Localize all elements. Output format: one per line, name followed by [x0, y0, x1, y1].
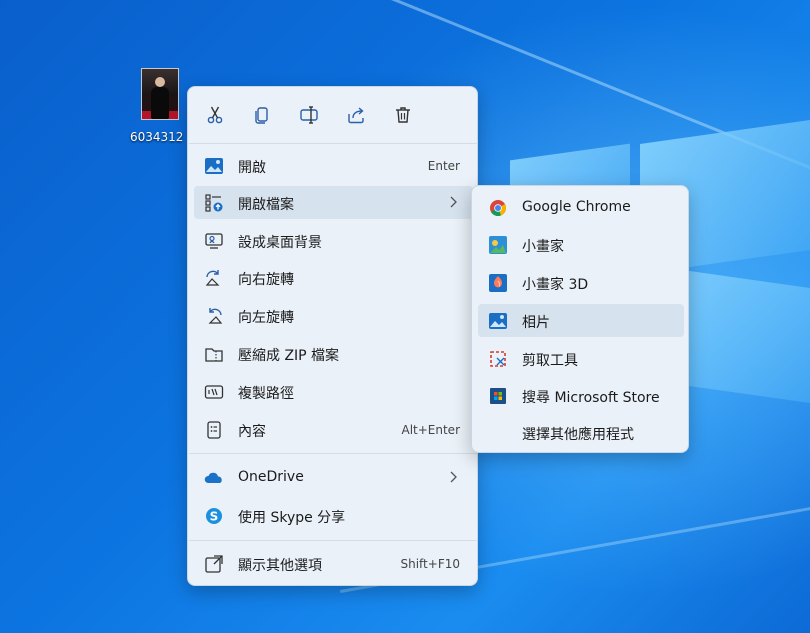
rename-icon	[300, 106, 318, 124]
submenu-item-paint3d[interactable]: 小畫家 3D	[478, 266, 684, 299]
menu-item-onedrive[interactable]: OneDrive	[194, 461, 473, 494]
onedrive-icon	[204, 472, 222, 483]
submenu-item-choose-another-app[interactable]: 選擇其他應用程式	[478, 416, 684, 449]
menu-item-rotate-left[interactable]: 向左旋轉	[194, 299, 473, 332]
submenu-item-paint[interactable]: 小畫家	[478, 228, 684, 261]
submenu-item-label: 選擇其他應用程式	[522, 427, 634, 443]
show-more-options-icon	[205, 555, 223, 573]
submenu-item-label: 相片	[522, 315, 550, 331]
menu-item-copy-path[interactable]: 複製路徑	[194, 375, 473, 408]
menu-separator	[189, 453, 478, 454]
menu-item-label: 使用 Skype 分享	[238, 510, 346, 526]
submenu-item-microsoft-store[interactable]: 搜尋 Microsoft Store	[478, 379, 684, 412]
cut-button[interactable]	[201, 101, 229, 129]
menu-item-set-background[interactable]: 設成桌面背景	[194, 224, 473, 257]
menu-item-open-with[interactable]: 開啟檔案	[194, 186, 473, 219]
open-with-icon	[205, 194, 223, 212]
paint-icon	[489, 236, 507, 254]
copy-button[interactable]	[248, 101, 276, 129]
submenu-item-label: Google Chrome	[522, 199, 631, 215]
properties-icon	[207, 421, 221, 439]
submenu-item-label: 小畫家	[522, 239, 564, 255]
share-icon	[348, 107, 364, 124]
menu-item-label: 向左旋轉	[238, 310, 294, 326]
submenu-item-label: 搜尋 Microsoft Store	[522, 390, 660, 406]
menu-item-label: 顯示其他選項	[238, 558, 322, 574]
menu-item-label: 開啟檔案	[238, 197, 294, 213]
menu-separator	[189, 540, 478, 541]
menu-item-label: 向右旋轉	[238, 272, 294, 288]
snipping-tool-icon	[490, 351, 506, 367]
menu-separator	[189, 143, 478, 144]
menu-item-shortcut: Enter	[427, 159, 460, 173]
delete-icon	[396, 107, 410, 123]
chevron-right-icon	[450, 196, 457, 208]
context-menu: 開啟 Enter 開啟檔案 設成桌面背景 向右旋轉 向左旋轉 壓縮成 ZIP 檔…	[187, 86, 478, 586]
desktop-file-label: 6034312	[130, 130, 184, 144]
zip-folder-icon	[205, 348, 223, 362]
menu-item-label: 開啟	[238, 160, 266, 176]
desktop-background-icon	[205, 233, 223, 249]
menu-item-shortcut: Alt+Enter	[401, 423, 460, 437]
menu-item-rotate-right[interactable]: 向右旋轉	[194, 261, 473, 294]
rotate-left-icon	[208, 308, 223, 324]
menu-item-skype-share[interactable]: S 使用 Skype 分享	[194, 499, 473, 532]
store-icon	[490, 388, 506, 404]
submenu-item-chrome[interactable]: Google Chrome	[478, 191, 684, 224]
copy-icon	[255, 107, 268, 124]
svg-text:S: S	[210, 510, 219, 524]
chevron-right-icon	[450, 471, 457, 483]
rename-button[interactable]	[295, 101, 323, 129]
rotate-right-icon	[205, 270, 220, 286]
cut-icon	[207, 106, 223, 124]
skype-icon: S	[206, 508, 222, 524]
photos-icon	[489, 313, 507, 329]
menu-item-open[interactable]: 開啟 Enter	[194, 149, 473, 182]
paint3d-icon	[489, 274, 507, 292]
menu-item-shortcut: Shift+F10	[400, 557, 460, 571]
menu-item-properties[interactable]: 內容 Alt+Enter	[194, 413, 473, 446]
desktop-file-icon[interactable]: 6034312	[128, 68, 192, 144]
submenu-item-snipping-tool[interactable]: 剪取工具	[478, 342, 684, 375]
menu-item-label: OneDrive	[238, 469, 304, 485]
image-thumbnail	[141, 68, 179, 120]
menu-item-label: 複製路徑	[238, 386, 294, 402]
menu-item-label: 內容	[238, 424, 266, 440]
context-menu-toolbar	[188, 87, 479, 143]
photos-icon	[205, 158, 223, 174]
share-button[interactable]	[342, 101, 370, 129]
chrome-icon	[490, 200, 506, 216]
submenu-item-photos[interactable]: 相片	[478, 304, 684, 337]
copy-path-icon	[204, 385, 224, 399]
open-with-submenu: Google Chrome 小畫家 小畫家 3D 相片 剪取工具 搜尋 Micr…	[471, 185, 689, 453]
submenu-item-label: 小畫家 3D	[522, 277, 589, 293]
delete-button[interactable]	[389, 101, 417, 129]
menu-item-more-options[interactable]: 顯示其他選項 Shift+F10	[194, 547, 473, 580]
menu-item-compress-zip[interactable]: 壓縮成 ZIP 檔案	[194, 337, 473, 370]
menu-item-label: 壓縮成 ZIP 檔案	[238, 348, 340, 364]
submenu-item-label: 剪取工具	[522, 353, 578, 369]
menu-item-label: 設成桌面背景	[238, 235, 322, 251]
